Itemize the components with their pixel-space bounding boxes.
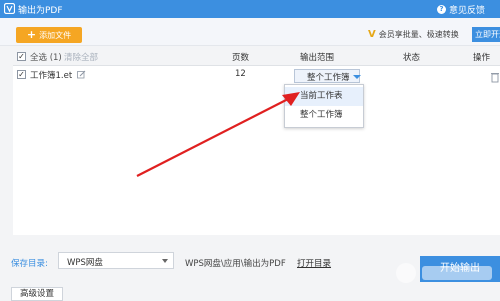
row-checkbox[interactable]: ✓ xyxy=(17,70,26,79)
save-path: WPS网盘\应用\输出为PDF xyxy=(185,259,286,269)
edit-icon[interactable] xyxy=(77,70,86,79)
column-header-pages: 页数 xyxy=(232,53,250,63)
feedback-icon: ? xyxy=(437,5,446,14)
feedback-link[interactable]: ? 意见反馈 xyxy=(437,3,485,16)
upgrade-button[interactable]: 立即开通 xyxy=(472,27,500,42)
dropdown-caret-icon xyxy=(352,74,361,79)
wps-logo-icon xyxy=(4,3,15,14)
open-directory-link[interactable]: 打开目录 xyxy=(297,257,331,269)
range-dropdown-menu: 当前工作表 整个工作簿 xyxy=(284,84,364,128)
file-list-area xyxy=(13,85,500,235)
range-select[interactable]: 整个工作簿 xyxy=(307,70,361,83)
dropdown-option-current-sheet[interactable]: 当前工作表 xyxy=(285,87,363,106)
save-directory-value: WPS网盘 xyxy=(67,258,103,268)
save-directory-select[interactable]: WPS网盘 xyxy=(58,252,174,269)
range-value: 整个工作簿 xyxy=(307,72,350,83)
vip-promo-text: 会员享批量、极速转换 xyxy=(378,30,459,39)
column-header-actions: 操作 xyxy=(473,53,491,63)
table-row: ✓ 工作簿1.et 12 xyxy=(13,66,500,85)
save-directory-label: 保存目录: xyxy=(11,259,48,269)
dropdown-option-whole-workbook[interactable]: 整个工作簿 xyxy=(285,106,363,125)
chevron-down-icon xyxy=(162,259,168,263)
advanced-settings-button[interactable]: 高级设置 xyxy=(11,287,63,301)
baidu-watermark-logo xyxy=(396,263,492,283)
column-header-range: 输出范围 xyxy=(300,53,335,63)
vip-promo: V 会员享批量、极速转换 xyxy=(368,29,459,40)
file-name: 工作簿1.et xyxy=(30,71,73,81)
title-bar: 输出为PDF ? 意见反馈 xyxy=(0,0,500,18)
trash-icon[interactable] xyxy=(490,71,500,83)
page-count: 12 xyxy=(235,69,246,79)
window-title: 输出为PDF xyxy=(18,6,63,16)
feedback-label: 意见反馈 xyxy=(449,6,486,16)
select-all-checkbox[interactable]: ✓ xyxy=(17,52,26,61)
clear-all-link[interactable]: 清除全部 xyxy=(64,51,98,63)
vip-icon: V xyxy=(368,29,376,40)
select-all-label: 全选 (1) xyxy=(30,53,62,63)
column-header-status: 状态 xyxy=(403,53,421,63)
add-file-label: 添加文件 xyxy=(39,30,72,40)
plus-icon: + xyxy=(26,28,37,41)
add-file-button[interactable]: + 添加文件 xyxy=(16,27,82,43)
table-header: ✓ 全选 (1) 清除全部 页数 输出范围 状态 操作 xyxy=(13,48,500,66)
